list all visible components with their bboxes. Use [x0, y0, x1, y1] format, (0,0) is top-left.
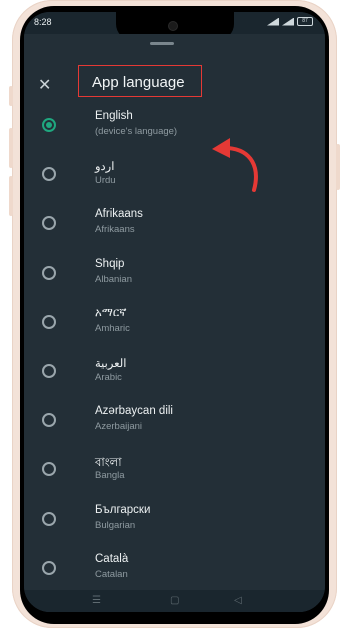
close-icon[interactable]: ✕ [38, 78, 51, 94]
home-icon[interactable]: ▢ [170, 595, 179, 606]
status-icons: 87 [267, 17, 313, 26]
camera-icon [168, 21, 178, 31]
status-time: 8:28 [34, 17, 52, 27]
radio-button[interactable] [42, 511, 56, 526]
language-name: English [95, 110, 133, 122]
language-subtitle: Catalan [95, 568, 128, 580]
language-name: Shqip [95, 257, 125, 270]
language-name: Afrikaans [95, 208, 143, 221]
language-item[interactable]: English (device's language) [24, 104, 325, 152]
language-subtitle: Albanian [95, 273, 132, 285]
language-name: العربية [95, 358, 127, 370]
radio-button[interactable] [42, 216, 56, 231]
language-item[interactable]: Azərbaycan dili Azerbaijani [24, 399, 325, 447]
radio-selected[interactable] [42, 118, 56, 132]
language-subtitle: Afrikaans [95, 224, 135, 236]
language-subtitle: Amharic [95, 322, 130, 334]
volume-up-button [9, 128, 13, 168]
language-subtitle: Azerbaijani [95, 421, 142, 433]
volume-down-button [9, 176, 13, 216]
back-icon[interactable]: ◁ [234, 595, 242, 606]
language-item[interactable]: Català Catalan [24, 547, 325, 595]
radio-button[interactable] [42, 167, 56, 182]
signal-icon [267, 17, 279, 26]
language-name: اردو [95, 161, 115, 174]
language-item[interactable]: العربية Arabic [24, 350, 325, 398]
battery-icon: 87 [297, 17, 313, 26]
page-title: App language [92, 74, 185, 91]
language-subtitle: Urdu [95, 175, 116, 187]
language-name: Azərbaycan dili [95, 405, 173, 418]
radio-button[interactable] [42, 413, 56, 428]
radio-button[interactable] [42, 265, 56, 280]
language-subtitle: Arabic [95, 372, 122, 383]
language-subtitle: Bulgarian [95, 519, 136, 531]
language-subtitle: Bangla [95, 470, 125, 482]
radio-button[interactable] [42, 462, 56, 477]
menu-icon[interactable]: ☰ [92, 595, 101, 606]
language-item[interactable]: አማርኛ Amharic [24, 301, 325, 349]
radio-button[interactable] [42, 314, 56, 329]
language-subtitle: (device's language) [95, 126, 178, 137]
power-button [336, 144, 340, 190]
drag-handle[interactable] [150, 42, 174, 45]
language-sheet: ✕ App language English (device's language… [24, 34, 325, 612]
language-name: Català [95, 552, 129, 565]
radio-button[interactable] [42, 364, 56, 378]
language-item[interactable]: Afrikaans Afrikaans [24, 202, 325, 250]
phone-screen: 8:28 87 ✕ App language English (device's … [24, 12, 325, 612]
volume-button [9, 86, 13, 106]
navigation-bar: ☰ ▢ ◁ [24, 590, 325, 612]
language-name: Български [95, 503, 151, 516]
language-item[interactable]: বাংলা Bangla [24, 448, 325, 496]
language-item[interactable]: اردو Urdu [24, 153, 325, 201]
radio-button[interactable] [42, 560, 56, 575]
signal-icon [282, 17, 294, 26]
language-item[interactable]: Shqip Albanian [24, 252, 325, 300]
language-name: አማርኛ [95, 306, 127, 319]
language-item[interactable]: Български Bulgarian [24, 498, 325, 546]
